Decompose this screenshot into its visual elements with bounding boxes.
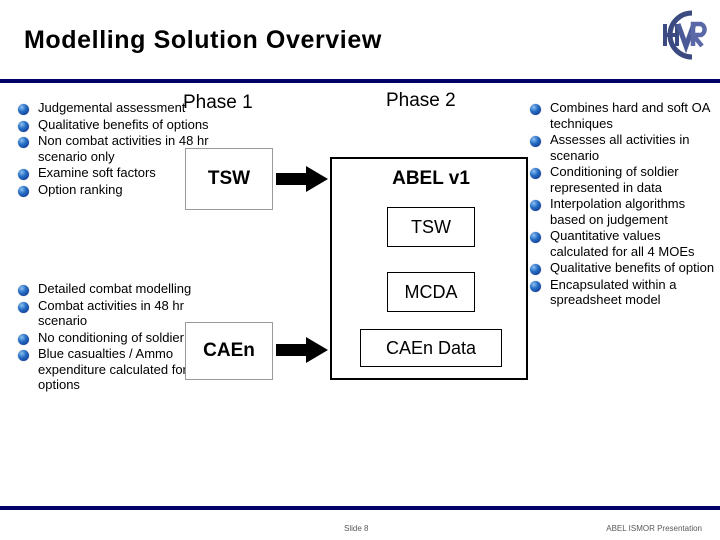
list-item-label: Judgemental assessment xyxy=(38,100,186,115)
list-item-label: Qualitative benefits of option xyxy=(550,260,715,275)
list-item: Interpolation algorithms based on judgem… xyxy=(530,196,720,227)
bullet-icon xyxy=(530,168,541,179)
list-item: Combines hard and soft OA techniques xyxy=(530,100,720,131)
bullet-icon xyxy=(18,185,29,197)
list-item: Detailed combat modelling xyxy=(18,281,223,297)
presentation-name: ABEL ISMOR Presentation xyxy=(606,524,702,533)
slide-canvas: Modelling Solution Overview Phase 1 Phas… xyxy=(0,0,720,540)
list-item: Qualitative benefits of option xyxy=(530,260,720,276)
diagram-box-caen-data-inner: CAEn Data xyxy=(360,329,502,367)
list-item: Qualitative benefits of options xyxy=(18,117,223,133)
bullet-icon xyxy=(18,285,29,296)
list-item-label: Conditioning of soldier represented in d… xyxy=(550,164,679,195)
list-item: Encapsulated within a spreadsheet model xyxy=(530,277,720,308)
list-item: Conditioning of soldier represented in d… xyxy=(530,164,720,195)
bullet-icon xyxy=(18,137,29,148)
bullet-icon xyxy=(18,301,29,313)
list-item-label: No conditioning of soldier xyxy=(38,329,184,345)
list-item-label: Detailed combat modelling xyxy=(38,281,192,296)
arrow-right-icon-bottom xyxy=(276,337,328,363)
bullet-icon xyxy=(530,200,541,211)
list-item-label: Quantitative values calculated for all 4… xyxy=(550,228,695,259)
list-item-label: Qualitative benefits of options xyxy=(38,116,209,132)
bullet-icon xyxy=(18,350,29,361)
bullet-icon xyxy=(530,104,541,115)
header-divider xyxy=(0,79,720,83)
list-item-label: Option ranking xyxy=(38,181,123,197)
diagram-box-abel-phase2: ABEL v1 TSW MCDA CAEn Data xyxy=(330,157,528,380)
slide-number: Slide 8 xyxy=(344,524,369,533)
bullet-icon xyxy=(530,280,541,292)
diagram-box-mcda-inner: MCDA xyxy=(387,272,475,312)
bullet-icon xyxy=(18,120,29,132)
diagram-box-tsw-inner: TSW xyxy=(387,207,475,247)
bullet-icon xyxy=(18,104,29,115)
list-item-label: Examine soft factors xyxy=(38,165,156,180)
list-item: Assesses all activities in scenario xyxy=(530,132,720,163)
footer-divider xyxy=(0,506,720,510)
diagram-box-caen-phase1: CAEn xyxy=(185,322,273,380)
bullet-icon xyxy=(530,264,541,275)
page-title: Modelling Solution Overview xyxy=(24,26,382,54)
bullet-icon xyxy=(530,136,541,147)
arrow-right-icon-top xyxy=(276,166,328,192)
list-item: Judgemental assessment xyxy=(18,100,223,116)
list-item-label: Interpolation algorithms based on judgem… xyxy=(550,196,686,227)
diagram-box-tsw-phase1: TSW xyxy=(185,148,273,210)
list-item-label: Encapsulated within a spreadsheet model xyxy=(550,276,677,308)
list-item-label: Combines hard and soft OA techniques xyxy=(550,100,710,131)
abel-title-label: ABEL v1 xyxy=(392,168,470,189)
hvr-logo-icon xyxy=(645,4,713,66)
list-item-label: Assesses all activities in scenario xyxy=(550,132,690,163)
bullet-icon xyxy=(18,333,29,345)
phase-2-label: Phase 2 xyxy=(386,90,456,111)
bullet-icon xyxy=(530,232,541,243)
list-item: Quantitative values calculated for all 4… xyxy=(530,228,720,259)
right-bullet-group: Combines hard and soft OA techniques Ass… xyxy=(530,100,720,309)
bullet-icon xyxy=(18,169,29,180)
